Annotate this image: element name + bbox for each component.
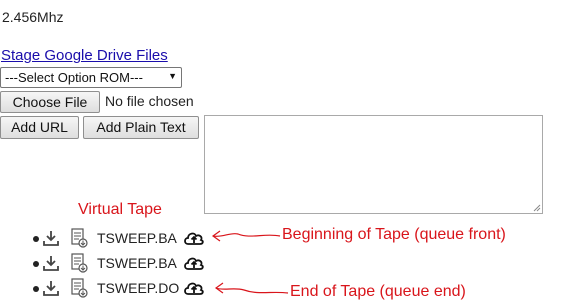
plain-text-area[interactable] bbox=[204, 115, 543, 214]
file-status: No file chosen bbox=[105, 93, 194, 109]
document-icon[interactable] bbox=[70, 278, 88, 298]
end-arrow bbox=[215, 287, 289, 294]
tape-file-name: TSWEEP.BA bbox=[97, 230, 177, 246]
tape-item: TSWEEP.BA bbox=[0, 253, 220, 275]
beginning-of-tape-annotation: Beginning of Tape (queue front) bbox=[282, 226, 506, 243]
add-url-button[interactable]: Add URL bbox=[0, 116, 79, 139]
cloud-upload-icon[interactable] bbox=[183, 229, 205, 247]
virtual-tape-label: Virtual Tape bbox=[78, 201, 162, 218]
download-icon[interactable] bbox=[42, 254, 60, 272]
tape-file-name: TSWEEP.BA bbox=[97, 255, 177, 271]
resize-grip-icon[interactable] bbox=[533, 204, 541, 212]
document-icon[interactable] bbox=[70, 228, 88, 248]
option-rom-select[interactable]: ---Select Option ROM--- ▼ bbox=[0, 67, 182, 88]
download-icon[interactable] bbox=[42, 229, 60, 247]
add-plain-text-button[interactable]: Add Plain Text bbox=[83, 116, 199, 139]
document-icon[interactable] bbox=[70, 253, 88, 273]
dropdown-arrow-icon: ▼ bbox=[168, 71, 177, 81]
stage-google-drive-link[interactable]: Stage Google Drive Files bbox=[1, 47, 168, 64]
cloud-upload-icon[interactable] bbox=[183, 279, 205, 297]
option-rom-select-value: ---Select Option ROM--- bbox=[5, 70, 143, 85]
tape-item: TSWEEP.DO bbox=[0, 278, 220, 300]
end-of-tape-annotation: End of Tape (queue end) bbox=[290, 283, 466, 300]
bullet bbox=[33, 236, 39, 242]
bullet bbox=[33, 261, 39, 267]
bullet bbox=[33, 286, 39, 292]
tape-file-name: TSWEEP.DO bbox=[97, 280, 180, 296]
tape-item: TSWEEP.BA bbox=[0, 228, 220, 250]
download-icon[interactable] bbox=[42, 279, 60, 297]
beginning-arrow bbox=[212, 232, 281, 238]
cloud-upload-icon[interactable] bbox=[183, 254, 205, 272]
choose-file-button[interactable]: Choose File bbox=[0, 91, 100, 113]
clock-frequency: 2.456Mhz bbox=[2, 9, 64, 25]
